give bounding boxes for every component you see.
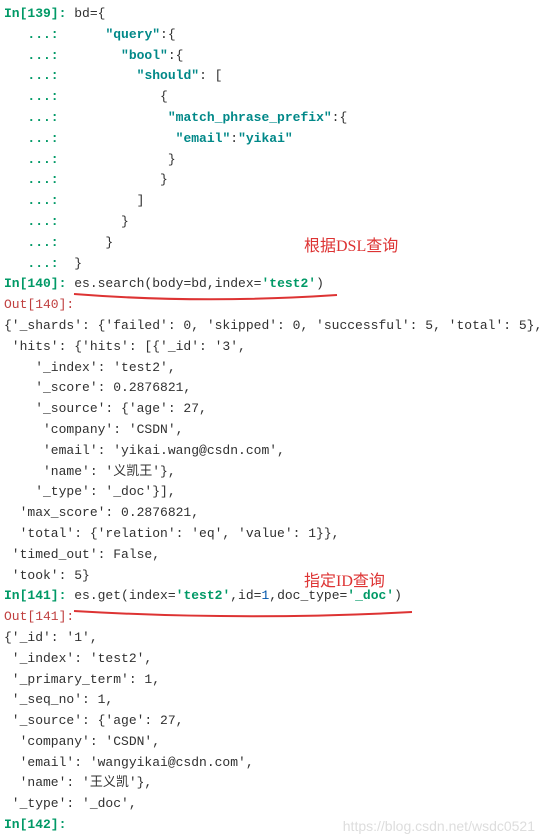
code-line: ...: } (4, 212, 541, 233)
prompt-cont: ...: (4, 254, 66, 275)
string-literal: 'test2' (176, 586, 231, 607)
code-text: ,id= (230, 586, 261, 607)
json-key: "query" (105, 25, 160, 46)
code-text: :{ (168, 46, 184, 67)
code-line: ...: "match_phrase_prefix":{ (4, 108, 541, 129)
code-text[interactable]: } (66, 233, 113, 254)
output-line: '_type': '_doc'}], (4, 482, 541, 503)
output-line: '_index': 'test2', (4, 358, 541, 379)
underline-red-icon (72, 609, 417, 621)
output-line: 'took': 5} (4, 566, 541, 587)
json-key: "match_phrase_prefix" (168, 108, 332, 129)
prompt-cont: ...: (4, 233, 66, 254)
output-line: 'timed_out': False, (4, 545, 541, 566)
prompt-cont: ...: (4, 212, 66, 233)
output-line: '_primary_term': 1, (4, 670, 541, 691)
json-value: "yikai" (238, 129, 293, 150)
code-text[interactable]: es.get(index= (66, 586, 175, 607)
json-key: "bool" (121, 46, 168, 67)
number-literal: 1 (261, 586, 269, 607)
output-line: 'hits': {'hits': [{'_id': '3', (4, 337, 541, 358)
code-text: ,doc_type= (269, 586, 347, 607)
json-key: "should" (137, 66, 199, 87)
output-line: '_source': {'age': 27, (4, 711, 541, 732)
output-line: '_score': 0.2876821, (4, 378, 541, 399)
output-line: '_seq_no': 1, (4, 690, 541, 711)
code-text[interactable] (66, 46, 121, 67)
code-text[interactable]: } (66, 150, 175, 171)
output-line: 'max_score': 0.2876821, (4, 503, 541, 524)
json-key: "email" (176, 129, 231, 150)
prompt-cont: ...: (4, 87, 66, 108)
code-line: ...: "email":"yikai" (4, 129, 541, 150)
prompt-cont: ...: (4, 129, 66, 150)
code-text[interactable] (66, 25, 105, 46)
output-line: 'email': 'yikai.wang@csdn.com', (4, 441, 541, 462)
code-line: ...: "query":{ (4, 25, 541, 46)
code-text[interactable] (66, 108, 167, 129)
output-line: '_type': '_doc', (4, 794, 541, 815)
code-text[interactable] (66, 129, 175, 150)
output-line: 'name': '义凯王'}, (4, 462, 541, 483)
output-line: {'_shards': {'failed': 0, 'skipped': 0, … (4, 316, 541, 337)
prompt-cont: ...: (4, 46, 66, 67)
output-line: 'email': 'wangyikai@csdn.com', (4, 753, 541, 774)
output-line: '_source': {'age': 27, (4, 399, 541, 420)
string-literal: '_doc' (347, 586, 394, 607)
prompt-in: In[140]: (4, 274, 66, 295)
output-line: '_index': 'test2', (4, 649, 541, 670)
output-line: 'total': {'relation': 'eq', 'value': 1}}… (4, 524, 541, 545)
code-text[interactable]: bd={ (66, 4, 105, 25)
prompt-cont: ...: (4, 191, 66, 212)
prompt-out: Out[140]: (4, 295, 74, 316)
code-text: : [ (199, 66, 222, 87)
code-line: In[141]: es.get(index='test2',id=1,doc_t… (4, 586, 541, 607)
prompt-cont: ...: (4, 170, 66, 191)
prompt-in: In[142]: (4, 815, 66, 836)
prompt-cont: ...: (4, 25, 66, 46)
code-line: In[139]: bd={ (4, 4, 541, 25)
code-line: ...: { (4, 87, 541, 108)
code-line: ...: } (4, 150, 541, 171)
ipython-console: In[139]: bd={ ...: "query":{ ...: "bool"… (4, 4, 541, 836)
prompt-in: In[139]: (4, 4, 66, 25)
code-text[interactable]: } (66, 212, 128, 233)
underline-red-icon (72, 292, 342, 304)
code-line: ...: "bool":{ (4, 46, 541, 67)
code-text: :{ (160, 25, 176, 46)
code-text[interactable]: } (66, 254, 82, 275)
code-text[interactable]: { (66, 87, 167, 108)
output-line: {'_id': '1', (4, 628, 541, 649)
code-text: ) (394, 586, 402, 607)
code-text[interactable] (66, 66, 136, 87)
code-line: ...: } (4, 170, 541, 191)
output-line: 'company': 'CSDN', (4, 732, 541, 753)
prompt-in: In[141]: (4, 586, 66, 607)
code-text: : (230, 129, 238, 150)
prompt-cont: ...: (4, 108, 66, 129)
output-line: 'name': '王义凯'}, (4, 773, 541, 794)
code-text[interactable]: ] (66, 191, 144, 212)
code-line: ...: "should": [ (4, 66, 541, 87)
code-text: :{ (332, 108, 348, 129)
output-line: 'company': 'CSDN', (4, 420, 541, 441)
prompt-out: Out[141]: (4, 607, 74, 628)
prompt-cont: ...: (4, 150, 66, 171)
code-text[interactable]: } (66, 170, 167, 191)
code-line: ...: } (4, 233, 541, 254)
code-line: ...: ] (4, 191, 541, 212)
code-line: ...: } (4, 254, 541, 275)
prompt-cont: ...: (4, 66, 66, 87)
code-line: In[142]: (4, 815, 541, 836)
